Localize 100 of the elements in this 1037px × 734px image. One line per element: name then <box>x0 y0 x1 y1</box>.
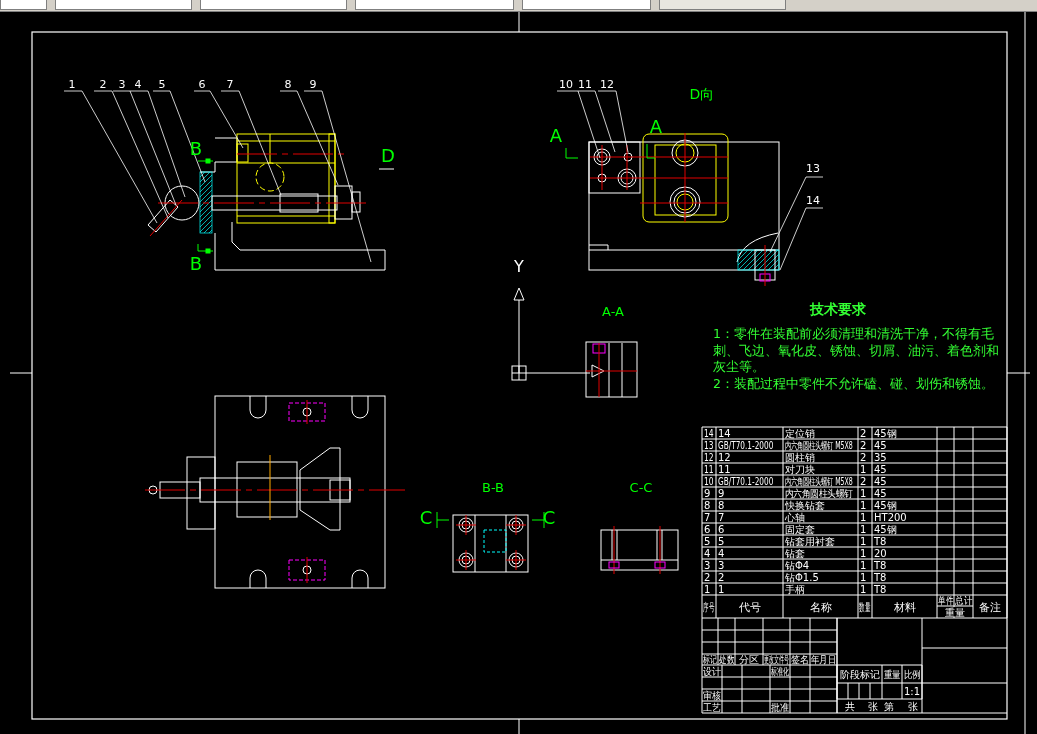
table-cell: T8 <box>874 560 887 571</box>
column-header: 年月日 <box>811 653 836 666</box>
balloon-number: 4 <box>134 78 142 91</box>
table-cell: 11 <box>718 464 731 475</box>
table-cell: 3 <box>718 560 725 571</box>
view-label: D向 <box>689 86 715 102</box>
table-cell: 14 <box>718 428 731 439</box>
balloon-number: 5 <box>158 78 166 91</box>
field-label: 第 <box>884 701 894 712</box>
table-cell: 钻Φ4 <box>785 560 810 571</box>
dropdown-field[interactable] <box>200 0 347 10</box>
balloon-number: 7 <box>226 78 234 91</box>
table-cell: 3 <box>704 560 711 571</box>
table-cell: 2 <box>860 452 867 463</box>
column-header: 重量 <box>883 668 901 681</box>
column-header: 单件 <box>937 594 954 607</box>
view-label: A-A <box>602 304 624 319</box>
table-cell: 45 <box>874 488 887 499</box>
balloon-number: 11 <box>578 78 592 91</box>
table-cell: 2 <box>860 440 867 451</box>
table-cell: 1 <box>860 500 867 511</box>
column-header: 处数 <box>718 653 735 666</box>
table-cell: 11 <box>704 464 714 476</box>
column-header: 备注 <box>979 601 1001 614</box>
table-cell: 1 <box>860 512 867 523</box>
table-cell: 7 <box>718 512 725 523</box>
column-header: 标记 <box>702 653 718 666</box>
table-cell: 45 <box>874 440 887 451</box>
field-label: 工艺 <box>702 701 722 714</box>
table-cell: 14 <box>704 428 714 440</box>
table-cell: 2 <box>860 476 867 487</box>
table-cell: 定位销 <box>785 428 815 439</box>
field-label: 张 <box>908 701 918 712</box>
table-cell: 钻Φ1.5 <box>785 572 819 583</box>
leader-line <box>597 90 629 153</box>
leader-line <box>779 207 824 271</box>
view-label: C-C <box>629 480 653 495</box>
balloon-number: 8 <box>284 78 292 91</box>
balloon-number: 2 <box>99 78 107 91</box>
table-cell: 手柄 <box>785 584 805 595</box>
table-cell: 1 <box>704 584 711 595</box>
table-cell: 12 <box>718 452 731 463</box>
table-cell: GB/T70.1-2000 <box>718 439 774 452</box>
balloon-number: 10 <box>559 78 573 91</box>
field-label: 标准化 <box>771 665 789 678</box>
ucs-axis-icon <box>511 287 591 381</box>
leader-line <box>577 90 616 153</box>
table-cell: 1 <box>860 584 867 595</box>
table-cell: 固定套 <box>785 524 815 535</box>
table-cell: 圆柱销 <box>785 452 815 463</box>
table-cell: 1 <box>860 572 867 583</box>
table-cell: 10 <box>704 476 714 488</box>
column-header: 比例 <box>903 668 921 681</box>
dropdown-field[interactable] <box>659 0 786 10</box>
table-cell: 4 <box>718 548 725 559</box>
dropdown-field[interactable] <box>55 0 192 10</box>
column-header: 序号 <box>703 600 715 614</box>
table-cell: 45 <box>874 476 887 487</box>
column-header: 代号 <box>738 601 761 614</box>
table-cell: 内六角圆柱头螺钉 <box>785 487 853 500</box>
scale-value: 1:1 <box>903 686 921 697</box>
field-label: 设计 <box>702 665 722 678</box>
table-cell: 5 <box>704 536 711 547</box>
field-label: 批准 <box>770 701 790 714</box>
table-cell: 8 <box>704 500 711 511</box>
table-cell: 内六角圆柱头螺钉 M5X8 <box>785 439 853 452</box>
balloon-number: 14 <box>806 194 820 207</box>
table-cell: GB/T70.1-2000 <box>718 475 774 488</box>
table-cell: 1 <box>860 536 867 547</box>
table-cell: 2 <box>860 428 867 439</box>
balloon-number: 3 <box>118 78 126 91</box>
column-header: 签名 <box>790 653 810 666</box>
table-cell: 9 <box>718 488 725 499</box>
table-cell: 35 <box>874 452 887 463</box>
view-label: C <box>542 507 556 528</box>
column-header: 材料 <box>893 601 916 614</box>
table-cell: 心轴 <box>785 512 805 523</box>
dropdown-field[interactable] <box>522 0 651 10</box>
table-cell: 45钢 <box>874 500 897 511</box>
dropdown-field[interactable] <box>0 0 47 10</box>
column-header: 重量 <box>945 607 965 618</box>
field-label: 张 <box>868 701 878 712</box>
balloon-number: 1 <box>68 78 76 91</box>
column-header: 更改文件号 <box>763 654 790 666</box>
table-cell: 钻套 <box>785 548 805 559</box>
table-cell: 7 <box>704 512 711 523</box>
table-cell: HT200 <box>874 512 907 523</box>
dropdown-field[interactable] <box>355 0 514 10</box>
table-cell: 20 <box>874 548 887 559</box>
column-header: 名称 <box>809 601 832 614</box>
requirement-text: 1：零件在装配前必须清理和清洗干净，不得有毛 刺、飞边、氧化皮、锈蚀、切屑、油污、着色剂和 灰尘等。 <box>713 326 999 374</box>
balloon-number: 9 <box>309 78 317 91</box>
column-header: 分区 <box>739 654 759 665</box>
table-cell: 5 <box>718 536 725 547</box>
column-header: 数量 <box>859 600 871 614</box>
table-cell: 6 <box>704 524 711 535</box>
balloon-number: 13 <box>806 162 820 175</box>
table-cell: 内六角圆柱头螺钉 M5X8 <box>785 475 853 488</box>
table-cell: T8 <box>874 584 887 595</box>
table-cell: 12 <box>704 452 714 464</box>
